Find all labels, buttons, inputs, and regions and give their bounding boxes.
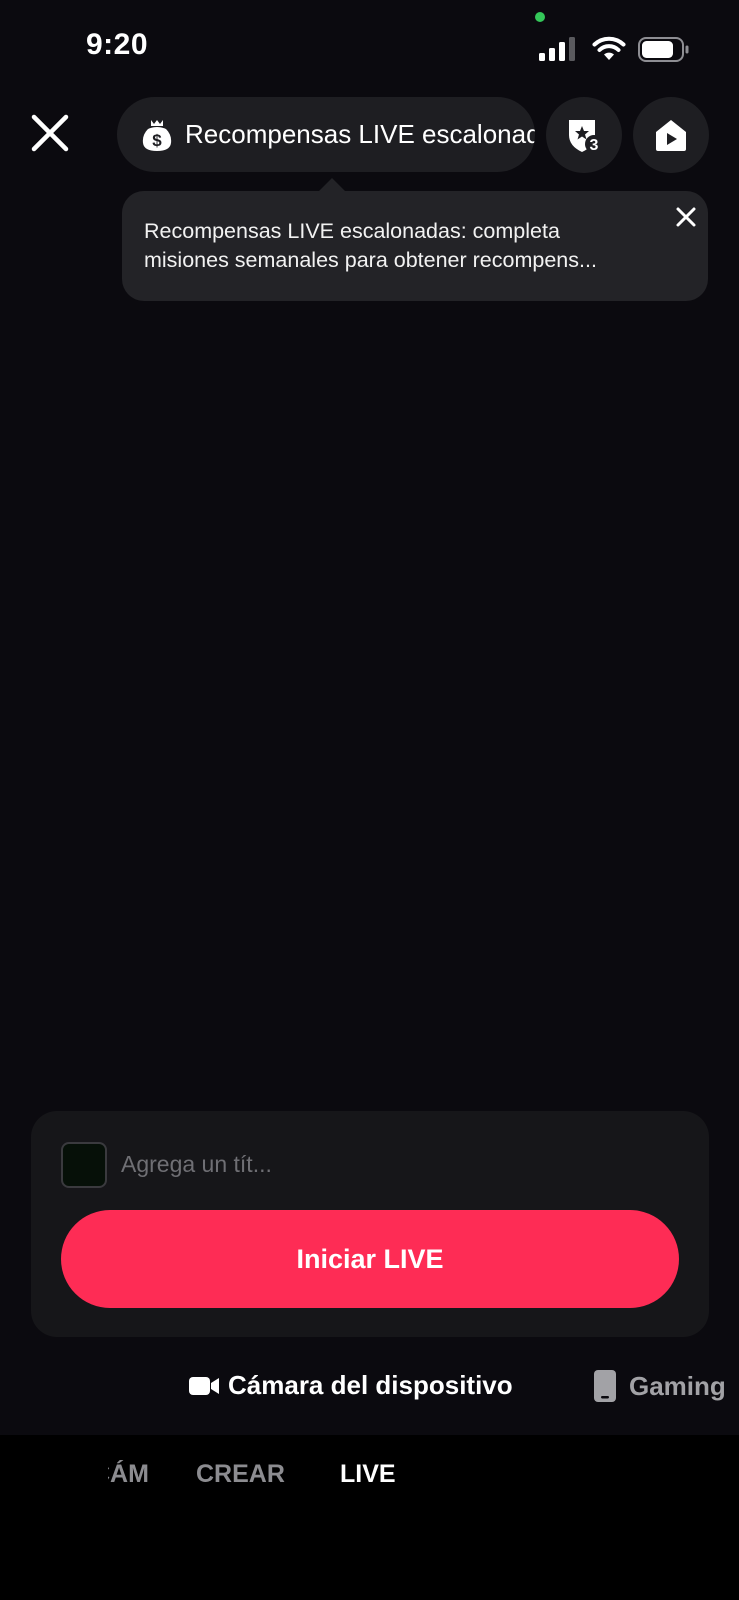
tab-create[interactable]: CREAR <box>196 1460 285 1489</box>
rewards-tooltip: Recompensas LIVE escalonadas: completa m… <box>122 191 708 301</box>
tooltip-line-1: Recompensas LIVE escalonadas: completa <box>144 219 560 243</box>
source-gaming[interactable]: Gaming <box>594 1370 726 1402</box>
wifi-icon <box>592 36 626 60</box>
svg-text:$: $ <box>152 131 162 150</box>
rank-badge-icon: 3 <box>569 120 603 154</box>
live-setup-panel: Iniciar LIVE <box>31 1111 709 1337</box>
tooltip-line-2: misiones semanales para obtener recompen… <box>144 248 597 272</box>
tab-camera-label: CÁMARA <box>108 1460 148 1488</box>
tooltip-close-icon[interactable] <box>673 204 699 230</box>
mode-tab-bar: CÁMARA CREAR LIVE <box>0 1435 739 1600</box>
rewards-pill[interactable]: $ Recompensas LIVE escalonadas <box>117 97 535 172</box>
phone-icon <box>594 1370 616 1402</box>
money-bag-icon: $ <box>142 119 172 151</box>
rank-badge-button[interactable]: 3 <box>546 97 622 173</box>
tab-camera[interactable]: CÁMARA <box>108 1460 148 1489</box>
tab-live[interactable]: LIVE <box>340 1460 396 1489</box>
tooltip-text: Recompensas LIVE escalonadas: completa m… <box>144 217 664 275</box>
go-live-button[interactable]: Iniciar LIVE <box>61 1210 679 1308</box>
camera-in-use-indicator <box>535 12 545 22</box>
tooltip-arrow <box>318 178 346 192</box>
source-gaming-label: Gaming <box>629 1370 726 1401</box>
source-camera-label: Cámara del dispositivo <box>228 1370 513 1400</box>
cover-thumbnail[interactable] <box>61 1142 107 1188</box>
badge-count: 3 <box>590 137 599 154</box>
video-camera-icon <box>189 1376 219 1395</box>
battery-icon <box>638 37 689 62</box>
status-time: 9:20 <box>86 28 149 61</box>
source-device-camera[interactable]: Cámara del dispositivo <box>189 1370 513 1401</box>
rewards-pill-label: Recompensas LIVE escalonadas <box>185 119 535 149</box>
cellular-signal-icon <box>539 37 575 61</box>
share-icon <box>656 120 686 151</box>
title-input[interactable] <box>119 1139 663 1189</box>
close-icon[interactable] <box>30 113 70 153</box>
share-button[interactable] <box>633 97 709 173</box>
